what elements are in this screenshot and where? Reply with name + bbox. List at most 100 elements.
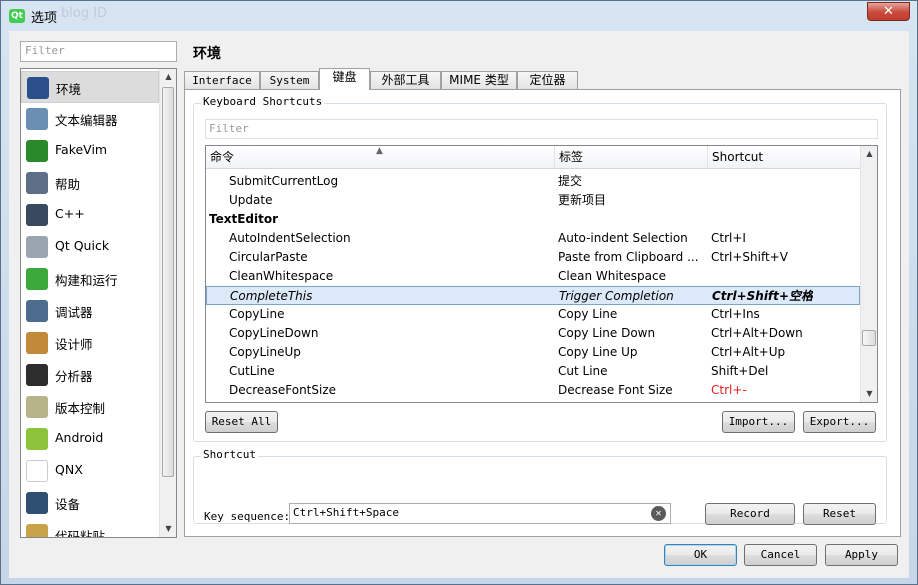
category-label: 环境 [56,82,82,97]
category-item[interactable]: 设备 [21,487,159,519]
category-label: 调试器 [55,305,93,320]
shortcut-row[interactable]: CopyLineDown Copy Line Down Ctrl+Alt+Down [206,324,860,343]
column-header-label[interactable]: 标签 [555,146,708,169]
tab-locator[interactable]: 定位器 [517,71,578,90]
shortcut-row[interactable]: SubmitCurrentLog 提交 [206,172,860,191]
category-label: 帮助 [55,177,81,192]
category-label: C++ [55,206,85,221]
category-item[interactable]: FakeVim [21,135,159,167]
column-header-shortcut[interactable]: Shortcut [708,146,860,169]
category-item[interactable]: 帮助 [21,167,159,199]
import-button[interactable]: Import... [722,411,795,433]
tab-mime-types[interactable]: MIME 类型 [441,71,517,90]
shortcut-row[interactable]: CopyLineUp Copy Line Up Ctrl+Alt+Up [206,343,860,362]
shortcut-row[interactable]: CutLine Cut Line Shift+Del [206,362,860,381]
record-button[interactable]: Record [705,503,795,525]
shortcut-row[interactable]: DecreaseFontSize Decrease Font Size Ctrl+- [206,381,860,400]
tree-scroll-thumb[interactable] [862,330,876,346]
tree-group-row[interactable]: TextEditor [206,210,860,229]
qnx-icon [26,460,48,482]
category-label: QNX [55,462,83,477]
category-label: 构建和运行 [55,273,118,288]
fakevim-icon [26,140,48,162]
command-cell: DecreaseFontSize [229,383,337,397]
key-sequence-input[interactable]: Ctrl+Shift+Space ✕ [289,503,671,524]
scroll-down-icon[interactable]: ▼ [161,521,176,537]
category-item[interactable]: 文本编辑器 [21,103,159,135]
category-item[interactable]: Android [21,423,159,455]
cpp-icon [26,204,48,226]
version-control-icon [26,396,48,418]
shortcut-tree[interactable]: 命令 ▲ 标签 Shortcut SubmitCurrentLog 提交 Updat… [205,145,878,403]
category-item[interactable]: 调试器 [21,295,159,327]
shortcut-row[interactable]: Update 更新项目 [206,191,860,210]
category-item[interactable]: 环境 [21,71,159,103]
command-cell: Update [229,193,273,207]
shortcut-row[interactable]: CleanWhitespace Clean Whitespace [206,267,860,286]
title-bar[interactable]: Qt 选项 blog ID ✕ [1,1,917,31]
category-item[interactable]: C++ [21,199,159,231]
label-cell: Cut Line [558,364,608,378]
devices-icon [26,492,48,514]
category-item[interactable]: 设计师 [21,327,159,359]
label-cell: Copy Line Down [558,326,656,340]
tree-header: 命令 ▲ 标签 Shortcut [206,146,860,169]
apply-button[interactable]: Apply [825,544,898,566]
text-editor-icon [26,108,48,130]
command-cell: SubmitCurrentLog [229,174,339,188]
column-header-text: Shortcut [712,150,764,164]
label-cell: Copy Line Up [558,345,638,359]
command-cell: CutLine [229,364,275,378]
shortcut-row[interactable]: CircularPaste Paste from Clipboard ... Ctr… [206,248,860,267]
close-button[interactable]: ✕ [867,2,910,21]
ok-button[interactable]: OK [664,544,737,566]
dialog-body: Filter 环境文本编辑器 FakeVim 帮助 C++ Qt Quick 构建和运行调… [9,31,909,578]
scroll-up-icon[interactable]: ▲ [862,146,877,162]
qt-quick-icon [26,236,48,258]
scroll-up-icon[interactable]: ▲ [161,69,176,85]
category-item[interactable]: 代码粘贴 [21,519,159,538]
debugger-icon [26,300,48,322]
category-label: FakeVim [55,142,108,157]
cancel-button[interactable]: Cancel [744,544,817,566]
category-label: 分析器 [55,369,93,384]
tab-external-tools[interactable]: 外部工具 [370,71,441,90]
tab-interface[interactable]: Interface [184,71,260,90]
column-header-label: 命令 [210,150,235,164]
command-cell: AutoIndentSelection [229,231,351,245]
shortcut-cell: Ctrl+Ins [711,307,760,321]
shortcut-cell: Ctrl+Shift+V [711,250,788,264]
category-item[interactable]: 分析器 [21,359,159,391]
column-header-command[interactable]: 命令 ▲ [206,146,555,169]
category-item[interactable]: QNX [21,455,159,487]
build-run-icon [26,268,48,290]
category-item[interactable]: 构建和运行 [21,263,159,295]
category-label: 代码粘贴 [55,529,106,538]
category-label: 文本编辑器 [55,113,118,128]
tab-system[interactable]: System [260,71,319,90]
category-scroll-thumb[interactable] [162,87,174,477]
category-scrollbar[interactable]: ▲ ▼ [159,69,176,537]
shortcut-row[interactable]: CopyLine Copy Line Ctrl+Ins [206,305,860,324]
tree-scrollbar[interactable]: ▲ ▼ [860,146,877,402]
reset-button[interactable]: Reset [803,503,876,525]
shortcut-row[interactable]: CompleteThis Trigger Completion Ctrl+Shift… [206,286,860,305]
export-button[interactable]: Export... [803,411,876,433]
label-cell: Clean Whitespace [558,269,666,283]
scroll-down-icon[interactable]: ▼ [862,386,877,402]
tab-label: Interface [192,74,252,87]
analyzer-icon [26,364,48,386]
command-cell: CopyLine [229,307,285,321]
clear-icon[interactable]: ✕ [651,506,666,521]
category-item[interactable]: Qt Quick [21,231,159,263]
category-filter-input[interactable]: Filter [20,41,177,62]
category-item[interactable]: 版本控制 [21,391,159,423]
shortcut-filter-input[interactable]: Filter [205,119,878,139]
shortcut-row[interactable]: AutoIndentSelection Auto-indent Selection… [206,229,860,248]
column-header-text: 标签 [559,150,584,164]
label-cell: Auto-indent Selection [558,231,688,245]
reset-all-button[interactable]: Reset All [205,411,278,433]
window-title: 选项 [31,11,58,26]
sort-ascending-icon: ▲ [376,146,383,156]
tab-keyboard[interactable]: 键盘 [319,68,370,90]
